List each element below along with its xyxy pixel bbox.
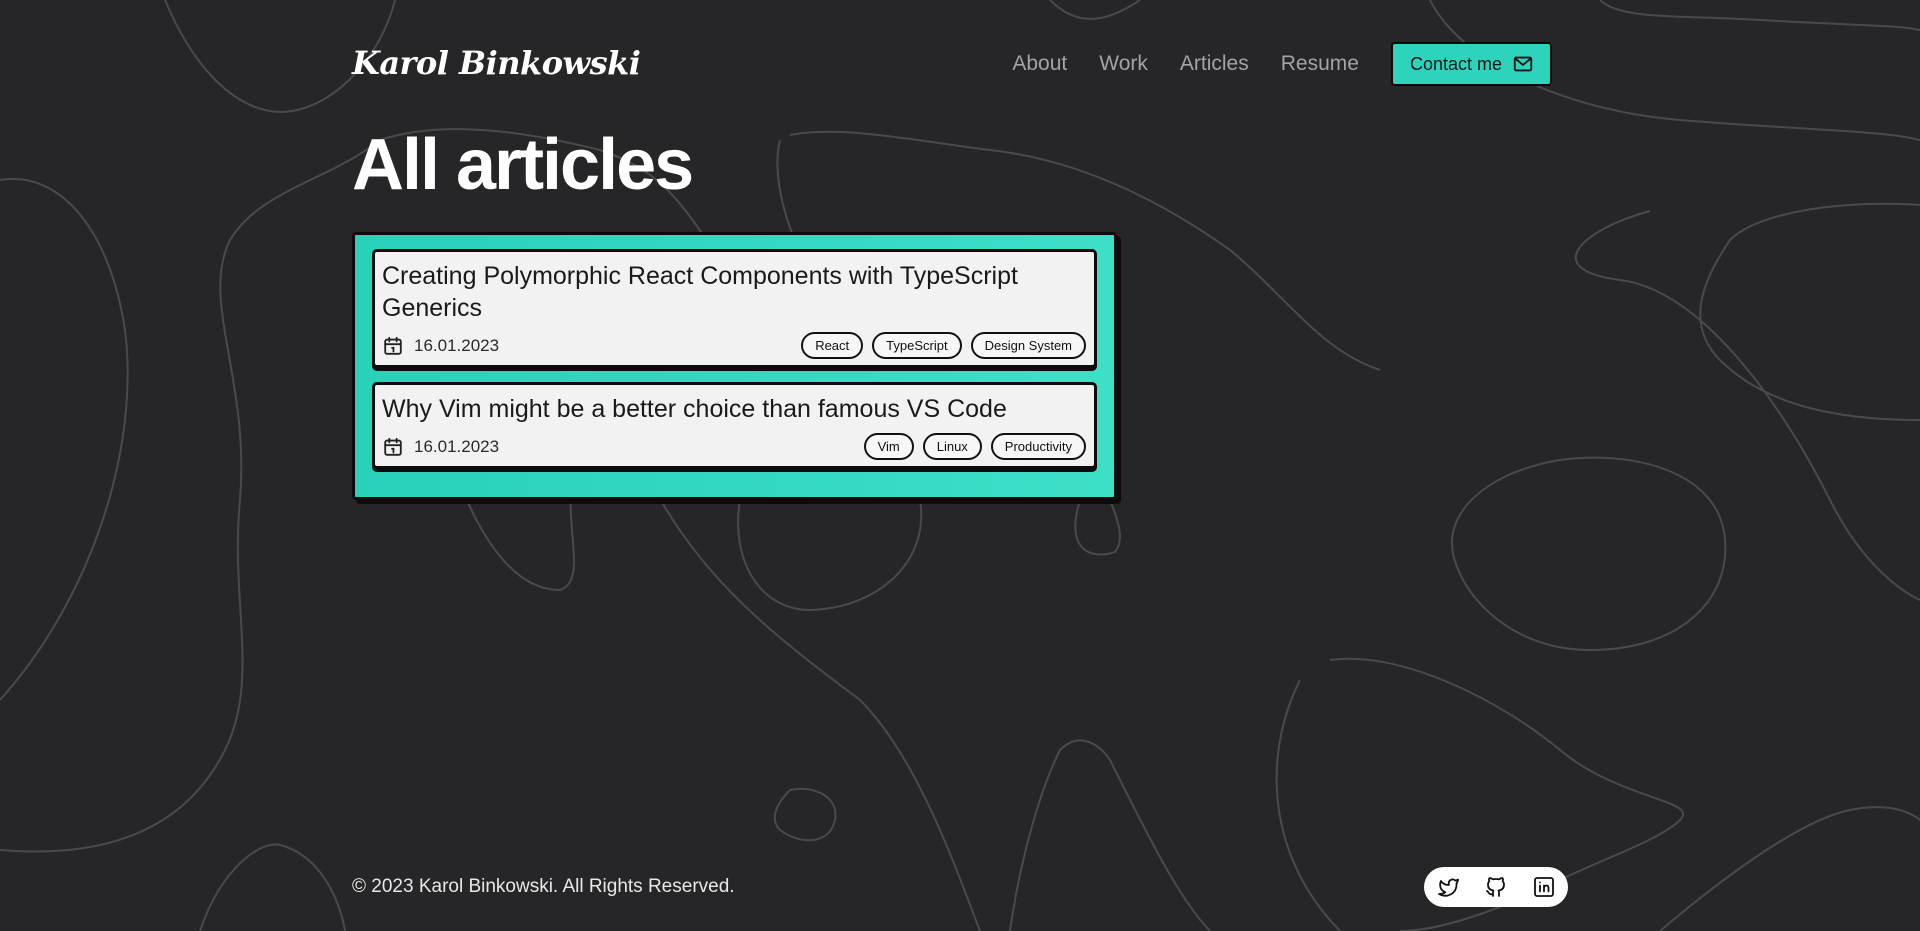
contact-me-button[interactable]: Contact me	[1390, 42, 1552, 86]
copyright-text: © 2023 Karol Binkowski. All Rights Reser…	[352, 876, 735, 897]
twitter-icon	[1438, 878, 1459, 897]
github-icon	[1486, 877, 1505, 897]
article-meta: 16.01.2023 React TypeScript Design Syste…	[382, 332, 1086, 359]
tag-react[interactable]: React	[801, 332, 864, 359]
article-title[interactable]: Why Vim might be a better choice than fa…	[382, 393, 1086, 425]
calendar-icon	[384, 336, 402, 355]
twitter-link[interactable]	[1434, 873, 1462, 901]
tag-linux[interactable]: Linux	[922, 433, 982, 460]
linkedin-icon	[1534, 877, 1554, 897]
social-links	[1424, 867, 1568, 907]
page-title: All articles	[352, 125, 694, 205]
contact-me-label: Contact me	[1409, 53, 1502, 74]
article-date-text: 16.01.2023	[414, 436, 500, 456]
calendar-icon	[384, 437, 402, 456]
article-card[interactable]: Creating Polymorphic React Components wi…	[372, 249, 1097, 368]
article-card[interactable]: Why Vim might be a better choice than fa…	[372, 382, 1097, 469]
nav-link-about[interactable]: About	[1012, 52, 1067, 76]
article-tags: Vim Linux Productivity	[863, 433, 1086, 460]
article-date-text: 16.01.2023	[414, 335, 500, 355]
article-tags: React TypeScript Design System	[801, 332, 1086, 359]
site-header: Karol Binkowski About Work Articles Resu…	[352, 42, 1552, 86]
linkedin-link[interactable]	[1530, 873, 1558, 901]
nav-link-articles[interactable]: Articles	[1180, 52, 1249, 76]
tag-design-system[interactable]: Design System	[970, 332, 1086, 359]
github-link[interactable]	[1482, 873, 1510, 901]
tag-typescript[interactable]: TypeScript	[872, 332, 962, 359]
mail-icon	[1513, 56, 1533, 72]
site-logo[interactable]: Karol Binkowski	[352, 44, 641, 82]
article-date: 16.01.2023	[382, 436, 499, 458]
tag-vim[interactable]: Vim	[863, 433, 914, 460]
main-nav: About Work Articles Resume Contact me	[1012, 42, 1552, 86]
article-date: 16.01.2023	[382, 335, 499, 357]
article-meta: 16.01.2023 Vim Linux Productivity	[382, 433, 1086, 460]
nav-link-resume[interactable]: Resume	[1281, 52, 1359, 76]
nav-link-work[interactable]: Work	[1099, 52, 1148, 76]
article-title[interactable]: Creating Polymorphic React Components wi…	[382, 260, 1086, 324]
articles-list: Creating Polymorphic React Components wi…	[352, 232, 1117, 500]
tag-productivity[interactable]: Productivity	[990, 433, 1086, 460]
